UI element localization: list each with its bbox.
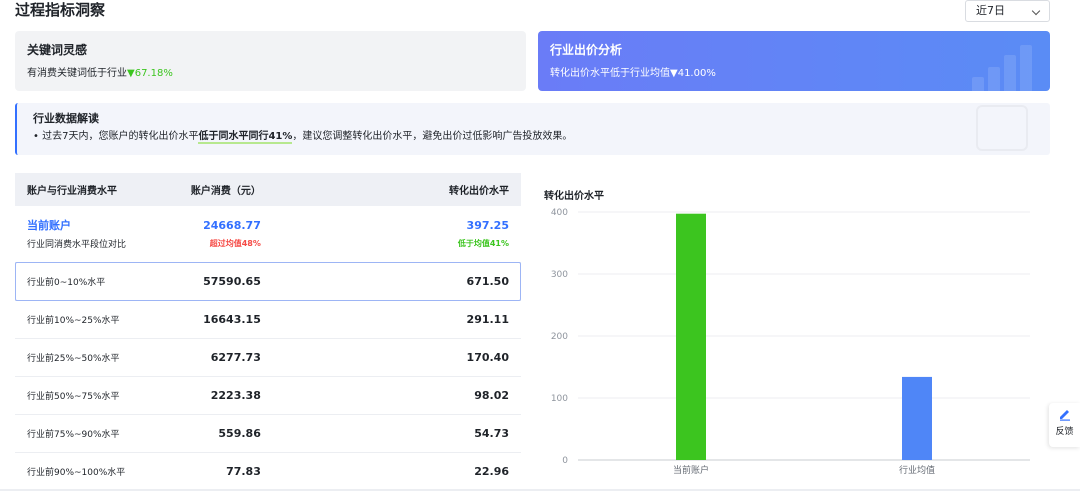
current-bid: 397.25	[466, 218, 509, 232]
row-bid: 54.73	[435, 414, 521, 453]
keyword-card-title: 关键词灵感	[27, 43, 88, 57]
page-title: 过程指标洞察	[15, 1, 106, 19]
table-row[interactable]: 行业前50%~75%水平 2223.38 98.02	[15, 376, 521, 415]
chart-title: 转化出价水平	[544, 191, 604, 202]
y-tick-label: 400	[551, 208, 568, 218]
y-tick-label: 100	[551, 394, 568, 404]
bid-card-desc: 转化出价水平低于行业均值▼41.00%	[550, 67, 1038, 81]
bar-chart: 0 100 200 300 400 当前账户 行业均值	[551, 208, 1030, 476]
down-arrow-icon: ▼	[127, 68, 135, 79]
feedback-button[interactable]: 反馈	[1049, 403, 1080, 447]
row-label: 行业前75%~90%水平	[15, 414, 147, 453]
industry-insight-panel: 行业数据解读 • 过去7天内，您账户的转化出价水平低于同水平同行41%，建议您调…	[15, 103, 1050, 155]
bid-card-desc-text: 转化出价水平低于行业均值	[550, 68, 670, 79]
row-spend: 2223.38	[146, 376, 436, 415]
table-row[interactable]: 行业前90%~100%水平 77.83 22.96	[15, 452, 521, 491]
current-spend: 24668.77	[203, 218, 261, 232]
keyword-card-value: 67.18%	[134, 68, 173, 79]
table-header-row: 账户与行业消费水平 账户消费（元） 转化出价水平	[15, 173, 521, 206]
keyword-card-desc: 有消费关键词低于行业▼67.18%	[27, 67, 514, 81]
down-arrow-icon: ▼	[670, 68, 678, 79]
feedback-label: 反馈	[1055, 427, 1074, 437]
y-tick-label: 300	[551, 270, 568, 280]
current-spend-cell: 24668.77 超过均值48%	[146, 206, 436, 263]
insight-text: • 过去7天内，您账户的转化出价水平低于同水平同行41%，建议您调整转化出价水平…	[33, 130, 1034, 144]
row-bid: 291.11	[435, 300, 521, 339]
table-row[interactable]: 行业前25%~50%水平 6277.73 170.40	[15, 338, 521, 377]
row-bid: 22.96	[435, 452, 521, 491]
bar-chart-decoration-icon	[972, 43, 1032, 91]
bid-analysis-card[interactable]: 行业出价分析 转化出价水平低于行业均值▼41.00%	[538, 31, 1050, 91]
table-row[interactable]: 行业前75%~90%水平 559.86 54.73	[15, 414, 521, 453]
row-bid: 170.40	[435, 338, 521, 377]
y-tick-label: 200	[551, 332, 568, 342]
bid-level-chart: 转化出价水平 0 100 200 300 400 当前账户 行业均值	[538, 180, 1038, 480]
row-bid: 671.50	[435, 262, 521, 301]
row-spend: 57590.65	[146, 262, 436, 301]
chevron-down-icon	[1031, 6, 1041, 16]
row-spend: 16643.15	[146, 300, 436, 339]
y-tick-label: 0	[562, 456, 568, 466]
period-select[interactable]: 近7日	[965, 0, 1050, 22]
row-spend: 77.83	[146, 452, 436, 491]
row-label: 行业前50%~75%水平	[15, 376, 147, 415]
current-account-label: 当前账户	[27, 219, 71, 233]
bid-card-title: 行业出价分析	[550, 43, 623, 57]
current-bid-cell: 397.25 低于均值41%	[435, 206, 521, 263]
current-spend-note: 超过均值48%	[209, 238, 261, 248]
insight-highlight: 低于同水平同行41%	[198, 131, 293, 144]
row-label: 行业前10%~25%水平	[15, 300, 147, 339]
bar	[676, 213, 706, 460]
bid-card-value: 41.00%	[677, 68, 716, 79]
current-bid-note: 低于均值41%	[457, 238, 509, 248]
x-tick-label: 行业均值	[899, 464, 935, 476]
insight-text-prefix: • 过去7天内，您账户的转化出价水平	[33, 131, 199, 142]
row-label: 行业前25%~50%水平	[15, 338, 147, 377]
row-spend: 559.86	[146, 414, 436, 453]
edit-pen-icon	[1059, 410, 1070, 421]
keyword-card-desc-text: 有消费关键词低于行业	[27, 68, 127, 79]
keyword-inspiration-card[interactable]: 关键词灵感 有消费关键词低于行业▼67.18%	[15, 31, 526, 91]
insight-text-suffix: ，建议您调整转化出价水平，避免出价过低影响广告投放效果。	[292, 131, 573, 142]
period-select-value: 近7日	[976, 4, 1005, 17]
current-account-sub: 行业同消费水平段位对比	[27, 240, 127, 251]
chart-decoration-icon	[976, 105, 1028, 151]
bar	[902, 376, 932, 460]
insight-title: 行业数据解读	[33, 112, 99, 125]
current-account-row: 当前账户 行业同消费水平段位对比 24668.77 超过均值48% 397.25…	[15, 206, 521, 263]
header-spend: 账户消费（元）	[146, 173, 436, 206]
header-bid: 转化出价水平	[435, 173, 521, 206]
header-level: 账户与行业消费水平	[15, 173, 147, 206]
row-bid: 98.02	[435, 376, 521, 415]
current-account-cell: 当前账户 行业同消费水平段位对比	[15, 206, 147, 263]
row-label: 行业前0~10%水平	[15, 262, 147, 301]
industry-comparison-table: 账户与行业消费水平 账户消费（元） 转化出价水平 当前账户 行业同消费水平段位对…	[15, 173, 521, 491]
row-spend: 6277.73	[146, 338, 436, 377]
table-row[interactable]: 行业前0~10%水平 57590.65 671.50	[15, 262, 521, 301]
x-tick-label: 当前账户	[673, 464, 709, 476]
row-label: 行业前90%~100%水平	[15, 452, 147, 491]
table-row[interactable]: 行业前10%~25%水平 16643.15 291.11	[15, 300, 521, 339]
